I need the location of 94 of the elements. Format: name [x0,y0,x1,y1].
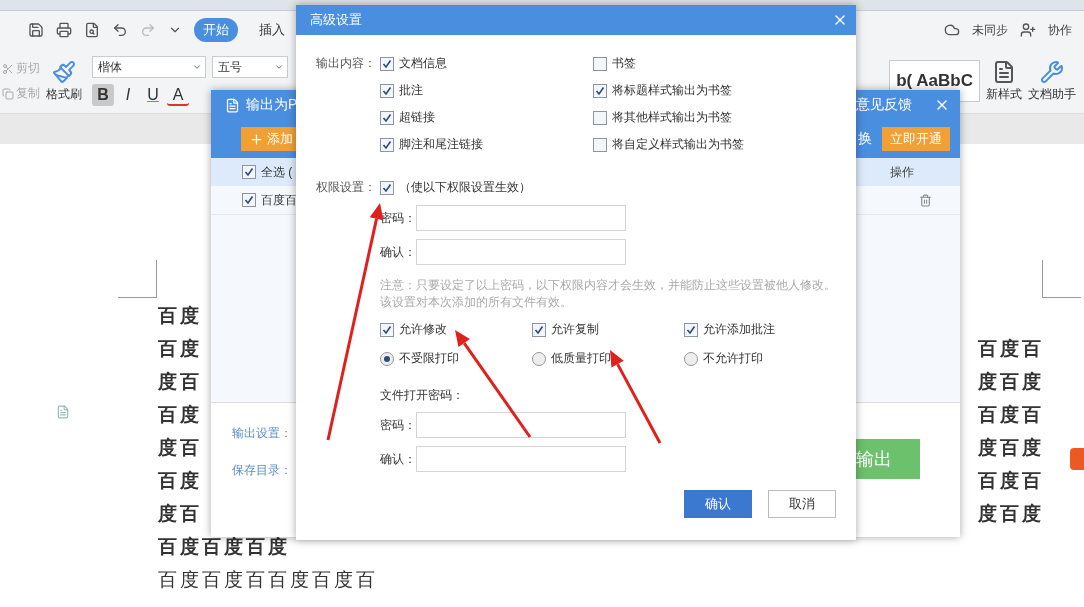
checkmark-icon [382,85,392,96]
document-text: 百度 [158,467,202,493]
output-settings-label: 输出设置： [232,425,292,442]
dialog-title: 高级设置 [310,11,362,29]
field-label: 确认： [380,450,416,468]
checkbox[interactable]: 百度百 [242,191,297,209]
checkbox[interactable]: 将标题样式输出为书签 [593,82,836,99]
plus-icon [249,131,264,147]
radio-option[interactable]: 低质量打印 [532,350,684,367]
document-icon [992,59,1016,84]
underline-button[interactable]: U [142,84,164,106]
document-text: 度百度 [978,500,1044,526]
checkbox[interactable]: 允许复制 [532,321,684,338]
radio-option[interactable]: 不允许打印 [684,350,836,367]
new-style-button[interactable]: 新样式 [986,59,1022,103]
password-field[interactable] [416,205,626,231]
password-field[interactable] [416,412,626,438]
checkbox[interactable]: 批注 [380,82,593,99]
font-field[interactable]: 楷体 [92,56,206,78]
checkbox[interactable]: 允许修改 [380,321,532,338]
note-text: 注意：只要设定了以上密码，以下权限内容才会生效，并能防止这些设置被他人修改。该设置对本次添加的所有文件有效。 [380,277,837,311]
checkmark-icon [244,167,254,177]
copy-icon [2,87,14,100]
redo-icon[interactable] [140,22,156,38]
document-text: 度百 [158,368,202,394]
checkbox[interactable]: 将其他样式输出为书签 [593,109,836,126]
document-text: 度百 [158,434,202,460]
document-text: 度百度 [978,434,1044,460]
bold-button[interactable]: B [92,84,114,106]
document-icon[interactable] [56,405,70,419]
confirm-button[interactable]: 确认 [684,490,752,518]
document-text: 百度 [158,302,202,328]
field-label: 输出内容： [316,55,377,72]
checkmark-icon [595,85,605,96]
wrench-icon [1040,59,1064,84]
checkbox[interactable]: 允许添加批注 [684,321,836,338]
confirm-field[interactable] [416,446,626,472]
dialog-title: 输出为P [246,96,298,114]
scissors-icon [2,62,14,75]
field-label: 确认： [380,243,416,261]
trash-icon[interactable] [919,193,932,207]
field-label: 文件打开密码： [380,387,464,404]
field-label: 密码： [380,416,416,434]
page-corner-mark [118,260,157,298]
checkmark-icon [382,324,392,335]
checkmark-icon [382,58,392,69]
checkbox[interactable]: 书签 [593,55,836,72]
checkbox[interactable]: （使以下权限设置生效） [380,179,593,196]
page-corner-mark [1042,260,1081,298]
checkbox[interactable]: 将自定义样式输出为书签 [593,136,836,153]
checkmark-icon [382,112,392,123]
sync-status[interactable]: 未同步 [972,21,1008,39]
cloud-icon[interactable] [944,22,960,38]
preview-icon[interactable] [84,22,100,38]
radio-option[interactable]: 不受限打印 [380,350,532,367]
collab-button[interactable]: 协作 [1048,21,1072,39]
checkmark-icon [686,324,696,335]
font-size-field[interactable]: 五号 [212,56,288,78]
printer-icon[interactable] [56,22,72,38]
pdf-export-icon [225,97,240,113]
paintbrush-icon [52,59,76,84]
document-text: 百度百 [978,467,1044,493]
document-text: 百度 [158,335,202,361]
field-label: 权限设置： [316,179,377,196]
checkmark-icon [382,139,392,150]
document-text: 百度百度百度 [158,533,290,559]
checkbox[interactable]: 脚注和尾注链接 [380,136,593,153]
caret-icon [192,62,202,72]
checkmark-icon [534,324,544,335]
document-text: 百度百 [978,335,1044,361]
document-text: 百度百 [978,401,1044,427]
format-painter-button[interactable]: 格式刷 [46,59,82,103]
doc-assistant-button[interactable]: 文档助手 [1028,59,1076,103]
strike-button[interactable]: A [167,84,189,106]
save-icon[interactable] [28,22,44,38]
checkmark-icon [244,195,254,205]
document-text: 度百度 [978,368,1044,394]
user-plus-icon[interactable] [1020,22,1036,38]
document-text: 度百 [158,500,202,526]
caret-icon [274,62,284,72]
cancel-button[interactable]: 取消 [768,490,836,518]
checkbox[interactable]: 全选 ( [242,163,293,181]
radio-dot-icon [384,355,390,362]
document-text: 百度百度百百度百度百 [158,566,378,592]
document-text: 百度 [158,401,202,427]
column-header: 操作 [890,163,914,181]
italic-button[interactable]: I [117,84,139,106]
ribbon-tab[interactable]: 插入 [250,18,294,42]
checkmark-icon [382,182,392,193]
checkbox[interactable]: 超链接 [380,109,593,126]
checkbox[interactable]: 文档信息 [380,55,593,72]
undo-icon[interactable] [112,22,128,38]
confirm-field[interactable] [416,239,626,265]
save-directory-label: 保存目录： [232,462,292,479]
